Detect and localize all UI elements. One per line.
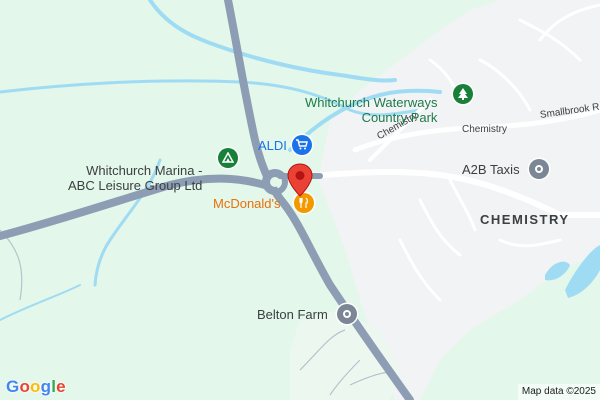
google-logo-letter: e [56,377,66,396]
map-canvas[interactable]: Chemistry Chemistry Smallbrook R Whitchu… [0,0,600,400]
map-attribution[interactable]: Map data ©2025 [517,384,600,400]
google-logo-letter: o [30,377,41,396]
poi-label-belton-farm[interactable]: Belton Farm [257,307,328,322]
generic-poi-icon[interactable] [529,159,549,179]
poi-label-waterways-park[interactable]: Whitchurch Waterways Country Park [305,80,437,125]
tree-icon[interactable] [453,84,473,104]
poi-label-aldi[interactable]: ALDI [258,138,287,153]
area-label-chemistry: CHEMISTRY [480,212,570,227]
poi-name-marina: Whitchurch Marina - ABC Leisure Group Lt… [68,163,203,193]
google-logo[interactable]: Google [6,377,66,397]
poi-name-waterways-park: Whitchurch Waterways Country Park [305,95,438,125]
campground-icon[interactable] [218,148,238,168]
poi-label-marina[interactable]: Whitchurch Marina - ABC Leisure Group Lt… [68,148,202,193]
shopping-cart-icon[interactable] [292,135,312,155]
google-logo-letter: o [19,377,31,396]
poi-label-a2b-taxis[interactable]: A2B Taxis [462,162,520,177]
google-logo-letter: G [6,377,20,396]
location-pin-icon[interactable] [287,163,313,197]
generic-poi-icon[interactable] [337,304,357,324]
roundabout [262,169,288,195]
google-logo-letter: g [40,377,52,396]
street-label-chemistry-2: Chemistry [462,124,508,135]
poi-label-mcdonalds[interactable]: McDonald's [213,196,281,211]
